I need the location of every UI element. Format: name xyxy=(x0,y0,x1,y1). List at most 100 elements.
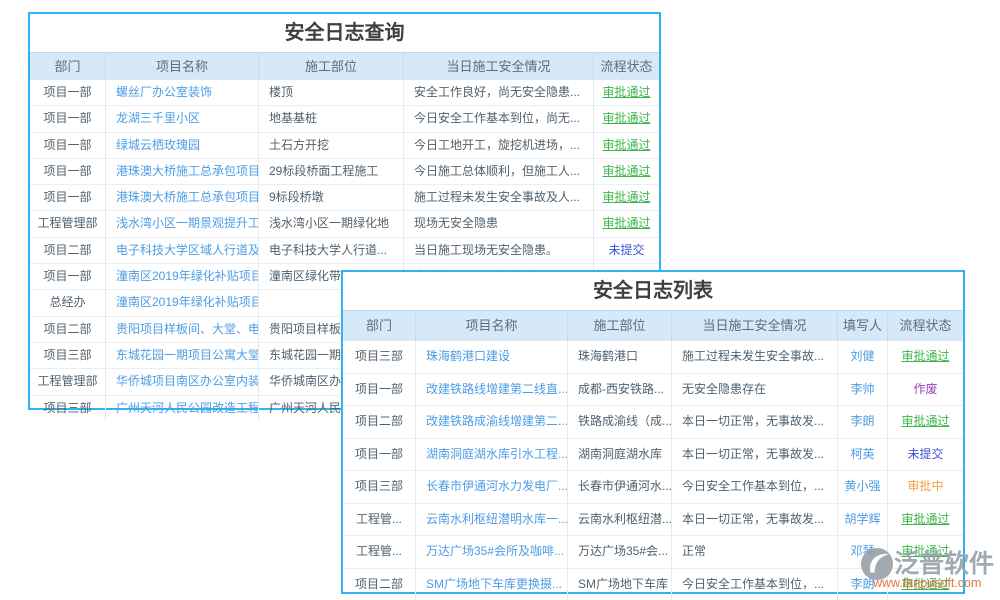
cell-location: 地基基桩 xyxy=(258,106,403,131)
cell-safety: 今日安全工作基本到位，... xyxy=(671,569,837,600)
cell-dept: 项目三部 xyxy=(30,396,105,421)
cell-safety: 本日一切正常，无事故发... xyxy=(671,439,837,471)
column-header-dept: 部门 xyxy=(343,311,415,341)
cell-status[interactable]: 审批通过 xyxy=(593,106,659,131)
column-header-writer: 填写人 xyxy=(837,311,887,341)
table-row: 项目三部珠海鹤港口建设珠海鹤港口施工过程未发生安全事故...刘健审批通过 xyxy=(343,341,963,373)
cell-location: 珠海鹤港口 xyxy=(567,341,671,373)
cell-dept: 项目一部 xyxy=(30,159,105,184)
watermark-url: www.fanpusoft.com xyxy=(873,576,981,590)
cell-status[interactable]: 审批通过 xyxy=(593,211,659,236)
cell-writer[interactable]: 刘健 xyxy=(837,341,887,373)
cell-location: 铁路成渝线（成... xyxy=(567,406,671,438)
table-row: 项目一部港珠澳大桥施工总承包项目9标段桥墩施工过程未发生安全事故及人...审批通… xyxy=(30,184,659,210)
cell-status[interactable]: 审批通过 xyxy=(593,159,659,184)
cell-project[interactable]: 港珠澳大桥施工总承包项目 xyxy=(105,159,258,184)
cell-status[interactable]: 审批通过 xyxy=(593,80,659,105)
cell-dept: 项目一部 xyxy=(30,133,105,158)
column-header-dept: 部门 xyxy=(30,53,105,80)
cell-dept: 项目二部 xyxy=(343,406,415,438)
cell-dept: 项目一部 xyxy=(30,264,105,289)
cell-location: 电子科技大学人行道... xyxy=(258,238,403,263)
cell-safety: 安全工作良好，尚无安全隐患... xyxy=(403,80,593,105)
cell-project[interactable]: 华侨城项目南区办公室内装修 xyxy=(105,369,258,394)
cell-location: 云南水利枢纽潜... xyxy=(567,504,671,536)
column-header-location: 施工部位 xyxy=(258,53,403,80)
list-panel-title: 安全日志列表 xyxy=(343,272,963,310)
cell-project[interactable]: 绿城云栖玫瑰园 xyxy=(105,133,258,158)
cell-status[interactable]: 审批通过 xyxy=(887,504,963,536)
cell-safety: 今日施工总体顺利，但施工人... xyxy=(403,159,593,184)
cell-project[interactable]: 龙湖三千里小区 xyxy=(105,106,258,131)
cell-writer[interactable]: 胡学辉 xyxy=(837,504,887,536)
cell-writer[interactable]: 黄小强 xyxy=(837,471,887,503)
column-header-status: 流程状态 xyxy=(593,53,659,80)
cell-project[interactable]: 浅水湾小区一期景观提升工程 xyxy=(105,211,258,236)
cell-project[interactable]: 潼南区2019年绿化补贴项目- xyxy=(105,264,258,289)
cell-writer[interactable]: 李帅 xyxy=(837,374,887,406)
cell-project[interactable]: 港珠澳大桥施工总承包项目 xyxy=(105,185,258,210)
cell-status[interactable]: 审批通过 xyxy=(593,185,659,210)
column-header-status: 流程状态 xyxy=(887,311,963,341)
cell-project[interactable]: 云南水利枢纽潜明水库一... xyxy=(415,504,567,536)
cell-status[interactable]: 作废 xyxy=(887,374,963,406)
cell-dept: 项目三部 xyxy=(30,343,105,368)
cell-location: 浅水湾小区一期绿化地 xyxy=(258,211,403,236)
cell-project[interactable]: 螺丝厂办公室装饰 xyxy=(105,80,258,105)
cell-dept: 项目一部 xyxy=(30,185,105,210)
cell-status[interactable]: 审批中 xyxy=(887,471,963,503)
cell-dept: 项目三部 xyxy=(343,341,415,373)
cell-dept: 项目二部 xyxy=(30,238,105,263)
cell-safety: 今日安全工作基本到位，... xyxy=(671,471,837,503)
cell-safety: 今日工地开工，旋挖机进场，... xyxy=(403,133,593,158)
table-row: 工程管理部浅水湾小区一期景观提升工程浅水湾小区一期绿化地现场无安全隐患审批通过 xyxy=(30,210,659,236)
cell-project[interactable]: 电子科技大学区域人行道及非 xyxy=(105,238,258,263)
cell-safety: 当日施工现场无安全隐患。 xyxy=(403,238,593,263)
cell-location: 万达广场35#会... xyxy=(567,536,671,568)
column-header-location: 施工部位 xyxy=(567,311,671,341)
cell-safety: 无安全隐患存在 xyxy=(671,374,837,406)
cell-status[interactable]: 未提交 xyxy=(593,238,659,263)
cell-status[interactable]: 审批通过 xyxy=(887,406,963,438)
cell-project[interactable]: 万达广场35#会所及咖啡... xyxy=(415,536,567,568)
cell-location: 长春市伊通河水... xyxy=(567,471,671,503)
cell-project[interactable]: 长春市伊通河水力发电厂... xyxy=(415,471,567,503)
cell-writer[interactable]: 李朗 xyxy=(837,406,887,438)
cell-project[interactable]: 湖南洞庭湖水库引水工程... xyxy=(415,439,567,471)
cell-project[interactable]: 潼南区2019年绿化补贴项目- xyxy=(105,290,258,315)
cell-dept: 项目一部 xyxy=(30,80,105,105)
cell-safety: 本日一切正常，无事故发... xyxy=(671,504,837,536)
table-row: 项目一部湖南洞庭湖水库引水工程...湖南洞庭湖水库本日一切正常，无事故发...柯… xyxy=(343,438,963,471)
cell-project[interactable]: 珠海鹤港口建设 xyxy=(415,341,567,373)
cell-writer[interactable]: 柯英 xyxy=(837,439,887,471)
cell-status[interactable]: 审批通过 xyxy=(593,133,659,158)
cell-dept: 项目一部 xyxy=(343,374,415,406)
cell-location: 楼顶 xyxy=(258,80,403,105)
cell-project[interactable]: 贵阳项目样板间、大堂、电梯 xyxy=(105,317,258,342)
cell-dept: 工程管... xyxy=(343,504,415,536)
column-header-safety: 当日施工安全情况 xyxy=(671,311,837,341)
cell-status[interactable]: 审批通过 xyxy=(887,341,963,373)
table-row: 项目二部改建铁路成渝线增建第二...铁路成渝线（成...本日一切正常，无事故发.… xyxy=(343,405,963,438)
cell-location: 9标段桥墩 xyxy=(258,185,403,210)
cell-dept: 工程管理部 xyxy=(30,211,105,236)
table-row: 工程管...云南水利枢纽潜明水库一...云南水利枢纽潜...本日一切正常，无事故… xyxy=(343,503,963,536)
table-row: 项目一部螺丝厂办公室装饰楼顶安全工作良好，尚无安全隐患...审批通过 xyxy=(30,80,659,105)
cell-dept: 项目一部 xyxy=(30,106,105,131)
cell-project[interactable]: 东城花园一期项目公寓大堂 装 xyxy=(105,343,258,368)
cell-project[interactable]: 改建铁路成渝线增建第二... xyxy=(415,406,567,438)
cell-status[interactable]: 未提交 xyxy=(887,439,963,471)
cell-safety: 施工过程未发生安全事故... xyxy=(671,341,837,373)
cell-location: 湖南洞庭湖水库 xyxy=(567,439,671,471)
column-header-project: 项目名称 xyxy=(105,53,258,80)
table-row: 项目二部电子科技大学区域人行道及非电子科技大学人行道...当日施工现场无安全隐患… xyxy=(30,237,659,263)
cell-location: 29标段桥面工程施工 xyxy=(258,159,403,184)
column-header-project: 项目名称 xyxy=(415,311,567,341)
cell-safety: 今日安全工作基本到位，尚无... xyxy=(403,106,593,131)
cell-project[interactable]: 改建铁路线增建第二线直... xyxy=(415,374,567,406)
cell-project[interactable]: SM广场地下车库更换摄... xyxy=(415,569,567,600)
cell-project[interactable]: 广州天河人民公园改造工程 xyxy=(105,396,258,421)
cell-location: SM广场地下车库 xyxy=(567,569,671,600)
cell-safety: 现场无安全隐患 xyxy=(403,211,593,236)
query-panel-title: 安全日志查询 xyxy=(30,14,659,52)
